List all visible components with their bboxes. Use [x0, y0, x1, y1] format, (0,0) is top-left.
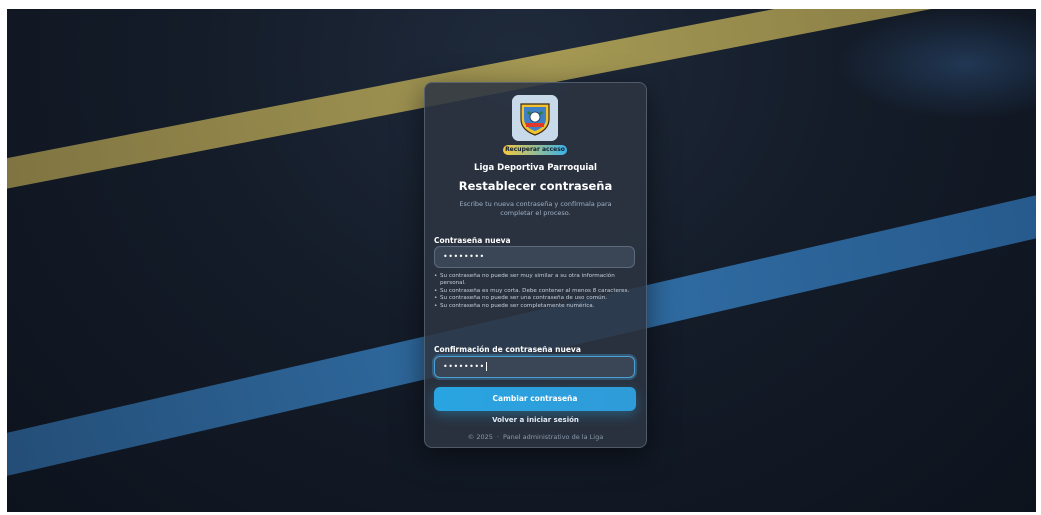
- page-subtitle: Escribe tu nueva contraseña y confírmala…: [459, 200, 612, 217]
- text-caret: [485, 362, 487, 371]
- organization-name: Liga Deportiva Parroquial: [474, 163, 597, 173]
- footer-text: Panel administrativo de la Liga: [502, 433, 604, 441]
- password-help-item: Su contraseña no puede ser una contraseñ…: [434, 295, 635, 303]
- confirm-password-label: Confirmación de contraseña nueva: [434, 345, 581, 354]
- page-background: Recuperar acceso Liga Deportiva Parroqui…: [7, 9, 1036, 512]
- decorative-glow: [836, 9, 1036, 119]
- password-help-item: Su contraseña no puede ser muy similar a…: [434, 273, 635, 288]
- footer-separator: ·: [496, 433, 499, 441]
- new-password-input[interactable]: ••••••••: [434, 246, 635, 268]
- back-to-login-link[interactable]: Volver a iniciar sesión: [425, 416, 646, 424]
- confirm-password-value: ••••••••: [443, 362, 485, 371]
- confirm-password-input[interactable]: ••••••••: [434, 356, 635, 378]
- change-password-button[interactable]: Cambiar contraseña: [434, 387, 636, 411]
- password-help-list: Su contraseña no puede ser muy similar a…: [434, 273, 635, 310]
- password-help-item: Su contraseña no puede ser completamente…: [434, 303, 635, 311]
- new-password-label: Contraseña nueva: [434, 236, 511, 245]
- new-password-value: ••••••••: [443, 252, 485, 261]
- footer-copyright: © 2025: [467, 433, 493, 441]
- footer: © 2025 · Panel administrativo de la Liga: [425, 433, 646, 441]
- reset-password-card: Recuperar acceso Liga Deportiva Parroqui…: [424, 82, 647, 448]
- recover-access-badge: Recuperar acceso: [503, 145, 567, 155]
- page-title: Restablecer contraseña: [458, 179, 613, 193]
- league-logo-icon: [512, 95, 558, 141]
